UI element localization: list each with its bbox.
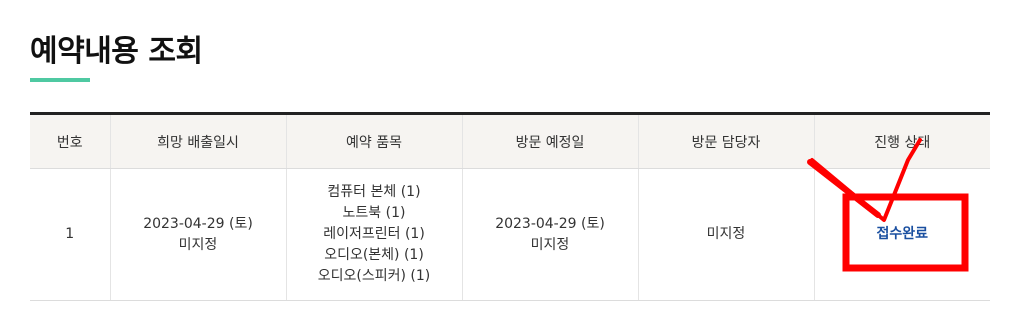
item-line: 오디오(본체) (1): [324, 247, 424, 263]
header-visit-staff: 방문 담당자: [638, 113, 815, 169]
desired-time: 미지정: [178, 236, 218, 253]
item-line: 레이저프린터 (1): [323, 226, 425, 242]
header-desired-datetime: 희망 배출일시: [110, 113, 287, 169]
cell-visit-staff: 미지정: [638, 168, 815, 301]
cell-desired-datetime: 2023-04-29 (토) 미지정: [110, 168, 287, 301]
header-items: 예약 품목: [286, 113, 463, 169]
header-status: 진행 상태: [814, 113, 990, 169]
desired-date: 2023-04-29 (토): [143, 215, 253, 232]
item-line: 컴퓨터 본체 (1): [327, 184, 421, 200]
header-visit-date: 방문 예정일: [462, 113, 639, 169]
item-line: 노트북 (1): [342, 205, 406, 221]
cell-number: 1: [30, 168, 111, 301]
cell-visit-date: 2023-04-29 (토) 미지정: [462, 168, 639, 301]
table-header-row: 번호 희망 배출일시 예약 품목 방문 예정일 방문 담당자 진행 상태: [30, 113, 990, 169]
title-underline: [30, 78, 90, 82]
item-line: 오디오(스피커) (1): [317, 268, 431, 284]
status-link[interactable]: 접수완료: [876, 226, 928, 242]
page-title: 예약내용 조회: [30, 34, 203, 69]
page: 예약내용 조회 번호 희망 배출일시 예약 품목 방문 예정일 방문 담당자 진…: [0, 0, 1022, 333]
reservation-table: 번호 희망 배출일시 예약 품목 방문 예정일 방문 담당자 진행 상태 1 2…: [30, 112, 990, 301]
cell-status: 접수완료: [814, 168, 990, 301]
visit-date: 2023-04-29 (토): [495, 215, 605, 232]
visit-time: 미지정: [530, 236, 570, 253]
table-row: 1 2023-04-29 (토) 미지정 컴퓨터 본체 (1) 노트북 (1) …: [30, 168, 990, 301]
cell-items: 컴퓨터 본체 (1) 노트북 (1) 레이저프린터 (1) 오디오(본체) (1…: [286, 168, 463, 301]
header-number: 번호: [30, 113, 111, 169]
